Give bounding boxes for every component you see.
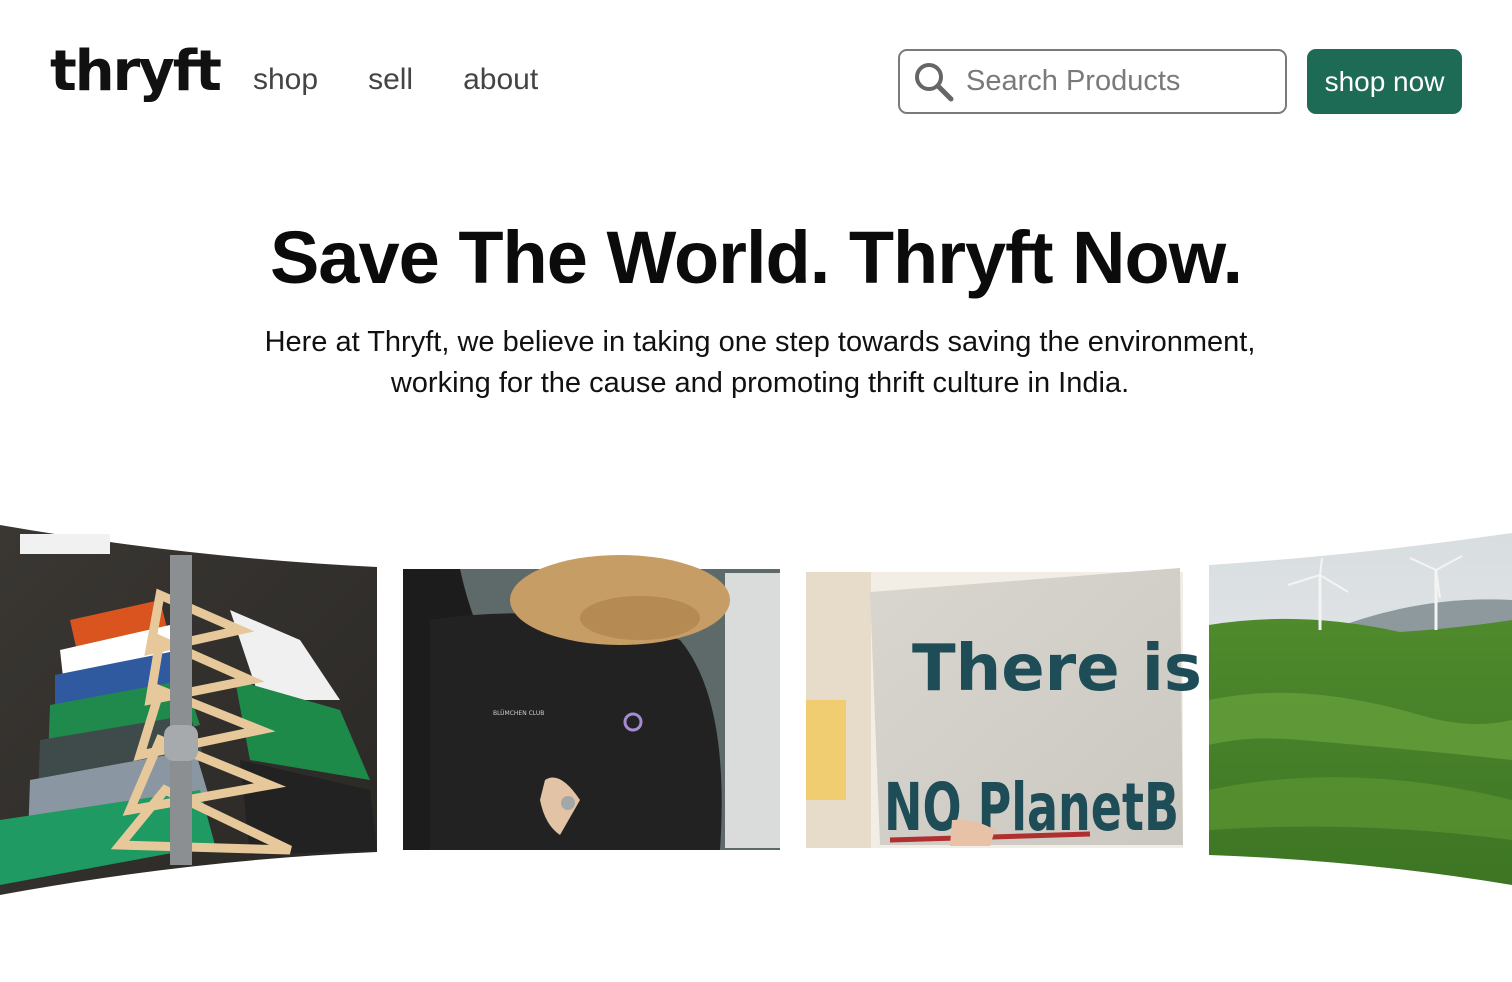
sign-text-line-1: There is	[912, 632, 1202, 706]
logo[interactable]: thryft	[50, 44, 222, 100]
page: thryft shop sell about shop now Save The…	[0, 0, 1512, 982]
shop-now-button[interactable]: shop now	[1307, 49, 1462, 114]
main-nav: shop sell about	[253, 62, 588, 98]
nav-sell[interactable]: sell	[368, 62, 413, 98]
hero-subtitle-line-2: working for the cause and promoting thri…	[390, 367, 1130, 399]
hero-subtitle-line-1: Here at Thryft, we believe in taking one…	[264, 326, 1256, 358]
nav-about[interactable]: about	[463, 62, 538, 98]
gallery-image-person-sweatshirt: BLÜMCHEN CLUB	[403, 555, 780, 850]
search-bar[interactable]	[898, 49, 1287, 114]
shirt-print-text: BLÜMCHEN CLUB	[493, 710, 544, 717]
gallery-image-protest-sign: There is NO PlanetB	[806, 568, 1202, 848]
hero-subtitle: Here at Thryft, we believe in taking one…	[230, 322, 1290, 404]
gallery-image-clothes-rack	[0, 525, 377, 895]
gallery-image-hills-turbines	[1209, 533, 1512, 885]
search-input[interactable]	[966, 65, 1266, 98]
hero-title: Save The World. Thryft Now.	[269, 216, 1243, 299]
search-icon	[915, 62, 954, 101]
nav-shop[interactable]: shop	[253, 62, 318, 98]
image-carousel[interactable]: BLÜMCHEN CLUB There is NO PlanetB	[0, 500, 1512, 920]
